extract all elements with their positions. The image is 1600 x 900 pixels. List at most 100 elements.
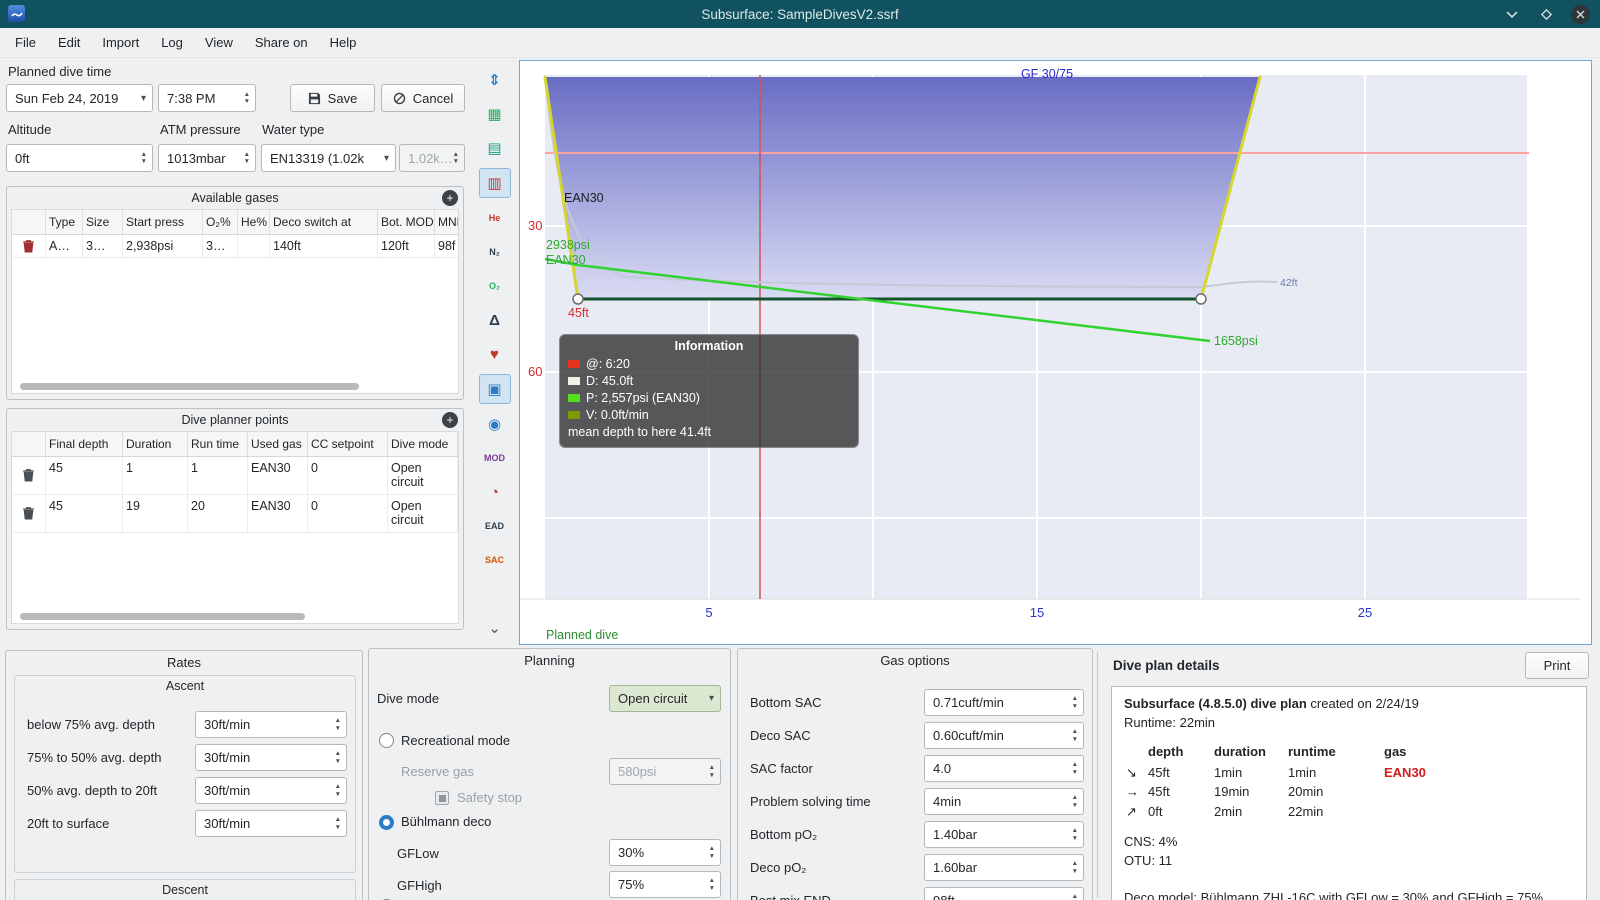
bottom-sac-input[interactable]: 0.71cuft/min ▲ ▼ (924, 689, 1084, 716)
column-header-used-gas[interactable]: Used gas (248, 432, 308, 456)
spinner-arrows[interactable]: ▲▼ (141, 148, 147, 169)
table-row[interactable]: 45 19 20 EAN30 0 Open circuit (12, 494, 458, 533)
spinner-arrows[interactable]: ▲▼ (1072, 759, 1078, 779)
column-header-o[interactable]: O₂% (203, 210, 238, 234)
maximize-icon[interactable] (1536, 4, 1556, 24)
spinner-arrows[interactable]: ▲▼ (1072, 858, 1078, 878)
option-row: Bottom pO₂ 1.40bar ▲ ▼ (746, 821, 1084, 848)
deco-po-input[interactable]: 1.60bar ▲ ▼ (924, 854, 1084, 881)
print-button[interactable]: Print (1525, 652, 1589, 679)
minimize-icon[interactable] (1502, 4, 1522, 24)
column-header-size[interactable]: Size (83, 210, 123, 234)
menu-item-file[interactable]: File (4, 31, 47, 54)
ead-icon[interactable]: EAD (480, 512, 510, 540)
collapse-toolbar-icon[interactable]: ⌄ (480, 614, 510, 642)
menu-item-edit[interactable]: Edit (47, 31, 91, 54)
column-header-mnd[interactable]: MND (435, 210, 458, 234)
pp-he-graph-icon[interactable]: He (480, 204, 510, 232)
column-header-cc-setpoint[interactable]: CC setpoint (308, 432, 388, 456)
recreational-mode-radio[interactable] (379, 733, 394, 748)
spinner-arrows[interactable]: ▲▼ (244, 148, 250, 169)
save-label: Save (327, 90, 358, 106)
menu-item-view[interactable]: View (194, 31, 244, 54)
horizontal-scrollbar[interactable] (20, 613, 306, 620)
menu-item-import[interactable]: Import (91, 31, 150, 54)
waypoint-handle[interactable] (572, 293, 584, 305)
column-header-he[interactable]: He% (238, 210, 270, 234)
column-header-deco-switch-at[interactable]: Deco switch at (270, 210, 378, 234)
gfhigh-input[interactable]: 75% ▲ ▼ (609, 871, 721, 898)
dc-ceiling-icon[interactable]: ▥ (478, 168, 511, 198)
mean-depth-label: 42ft (1280, 277, 1298, 289)
delete-row-icon[interactable] (12, 235, 46, 258)
add-gas-button[interactable]: + (442, 190, 458, 206)
calc-ceiling-icon[interactable]: ▤ (480, 134, 510, 162)
column-header-dive-mode[interactable]: Dive mode (388, 432, 458, 456)
gflow-input[interactable]: 30% ▲ ▼ (609, 839, 721, 866)
pp-o2-graph-icon[interactable]: O₂ (480, 272, 510, 300)
column-header-final-depth[interactable]: Final depth (46, 432, 123, 456)
save-button[interactable]: Save (290, 84, 375, 112)
problem-solving-time-input[interactable]: 4min ▲ ▼ (924, 788, 1084, 815)
below-75-avg-depth-input[interactable]: 30ft/min ▲ ▼ (195, 711, 347, 738)
spinner-arrows[interactable]: ▲▼ (1072, 726, 1078, 746)
title-bar[interactable]: Subsurface: SampleDivesV2.ssrf (0, 0, 1600, 28)
ceiling-icon[interactable]: ▦ (480, 100, 510, 128)
spinner-arrows[interactable]: ▲▼ (335, 814, 341, 834)
delete-row-icon[interactable] (12, 494, 46, 532)
ndl-tts-icon[interactable]: ◔ (480, 478, 510, 506)
column-header-run-time[interactable]: Run time (188, 432, 248, 456)
spinner-arrows[interactable]: ▲▼ (335, 781, 341, 801)
photos-icon[interactable]: ▣ (478, 374, 511, 404)
sac-factor-input[interactable]: 4.0 ▲ ▼ (924, 755, 1084, 782)
dive-date-select[interactable]: Sun Feb 24, 2019 ▾ (6, 84, 153, 112)
75-to-50-avg-depth-input[interactable]: 30ft/min ▲ ▼ (195, 744, 347, 771)
column-header-start-press[interactable]: Start press (123, 210, 203, 234)
table-row[interactable]: A… 3… 2,938psi 3… 140ft 120ft 98f (12, 235, 458, 259)
best-mix-end-input[interactable]: 98ft ▲▼ (924, 887, 1084, 900)
spinner-arrows[interactable]: ▲▼ (1072, 825, 1078, 845)
sac-icon[interactable]: SAC (480, 546, 510, 574)
add-point-button[interactable]: + (442, 412, 458, 428)
reserve-gas-input: 580psi ▲ ▼ (609, 758, 721, 785)
spinner-arrows[interactable]: ▲▼ (1072, 891, 1078, 900)
20ft-to-surface-input[interactable]: 30ft/min ▲ ▼ (195, 810, 347, 837)
dive-mode-select[interactable]: Open circuit ▾ (609, 685, 721, 712)
horizontal-scrollbar[interactable] (20, 383, 359, 390)
column-header-bot-mod[interactable]: Bot. MOD (378, 210, 435, 234)
dive-time-input[interactable]: 7:38 PM ▲ ▼ (158, 84, 256, 112)
spinner-arrows[interactable]: ▲▼ (244, 88, 250, 109)
delete-row-icon[interactable] (12, 457, 46, 494)
salinity-icon[interactable]: ◉ (480, 410, 510, 438)
cancel-button[interactable]: Cancel (381, 84, 465, 112)
pp-n2-graph-icon[interactable]: N₂ (480, 238, 510, 266)
atm-pressure-input[interactable]: 1013mbar ▲ ▼ (158, 144, 256, 172)
bottom-po-input[interactable]: 1.40bar ▲ ▼ (924, 821, 1084, 848)
deco-sac-input[interactable]: 0.60cuft/min ▲ ▼ (924, 722, 1084, 749)
waypoint-handle[interactable] (1195, 293, 1207, 305)
cell: 0 (308, 457, 388, 494)
spinner-arrows[interactable]: ▲▼ (709, 843, 715, 863)
chart-footer-label: Planned dive (546, 628, 618, 642)
table-row[interactable]: 45 1 1 EAN30 0 Open circuit (12, 457, 458, 495)
heartrate-icon[interactable]: ♥ (480, 340, 510, 368)
spinner-arrows[interactable]: ▲▼ (335, 715, 341, 735)
column-header-type[interactable]: Type (46, 210, 83, 234)
scale-icon[interactable]: ⇕ (480, 66, 510, 94)
spinner-arrows[interactable]: ▲▼ (1072, 792, 1078, 812)
spinner-arrows[interactable]: ▲▼ (335, 748, 341, 768)
menu-item-log[interactable]: Log (150, 31, 194, 54)
spinner-arrows[interactable]: ▲▼ (1072, 693, 1078, 713)
buhlmann-deco-radio[interactable] (379, 815, 394, 830)
mod-icon[interactable]: MOD (480, 444, 510, 472)
profile-tooltip[interactable]: Information @: 6:20 D: 45.0ft P: 2,557psi … (559, 334, 859, 449)
50-avg-depth-to-20ft-input[interactable]: 30ft/min ▲ ▼ (195, 777, 347, 804)
column-header-duration[interactable]: Duration (123, 432, 188, 456)
menu-item-help[interactable]: Help (319, 31, 368, 54)
water-type-select[interactable]: EN13319 (1.02k ▾ (261, 144, 396, 172)
tissues-icon[interactable]: Δ (480, 306, 510, 334)
close-icon[interactable] (1570, 4, 1590, 24)
altitude-input[interactable]: 0ft ▲ ▼ (6, 144, 153, 172)
spinner-arrows[interactable]: ▲▼ (709, 875, 715, 895)
menu-item-share-on[interactable]: Share on (244, 31, 319, 54)
